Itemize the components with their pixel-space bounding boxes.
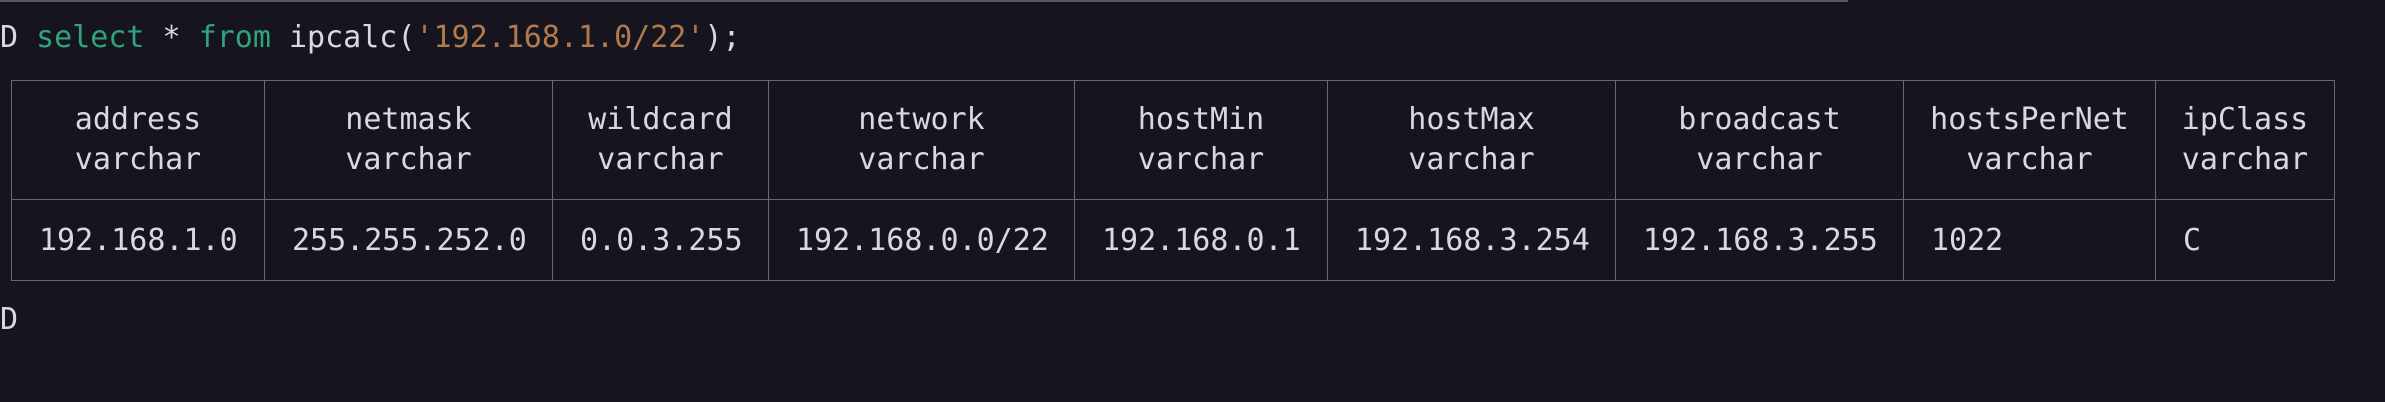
table-row: 192.168.1.0 255.255.252.0 0.0.3.255 192.… — [11, 199, 2335, 281]
column-header-wildcard: wildcard varchar — [552, 80, 769, 200]
cell-network: 192.168.0.0/22 — [768, 199, 1075, 281]
result-table: address varchar netmask varchar wildcard va… — [11, 80, 2335, 281]
function-argument: '192.168.1.0/22' — [415, 20, 705, 55]
function-name: ipcalc( — [270, 20, 416, 55]
column-header-network: network varchar — [768, 80, 1075, 200]
column-header-broadcast: broadcast varchar — [1615, 80, 1904, 200]
cell-broadcast: 192.168.3.255 — [1615, 199, 1904, 281]
column-header-ipclass: ipClass varchar — [2155, 80, 2335, 200]
query-line[interactable]: D select * from ipcalc('192.168.1.0/22')… — [0, 18, 741, 58]
column-name: address — [74, 102, 202, 137]
cell-netmask: 255.255.252.0 — [264, 199, 553, 281]
column-header-hostmin: hostMin varchar — [1074, 80, 1328, 200]
column-type: varchar — [858, 142, 985, 177]
column-type: varchar — [345, 142, 472, 177]
column-name: ipClass — [2181, 102, 2309, 137]
select-star: * — [144, 20, 199, 55]
cell-address: 192.168.1.0 — [11, 199, 265, 281]
function-close: ); — [704, 20, 741, 55]
header-row: address varchar netmask varchar wildcard va… — [11, 80, 2335, 200]
cell-hostmax: 192.168.3.254 — [1327, 199, 1616, 281]
cell-ipclass: C — [2155, 199, 2335, 281]
column-header-netmask: netmask varchar — [264, 80, 553, 200]
column-type: varchar — [1696, 142, 1823, 177]
column-type: varchar — [74, 142, 202, 177]
from-keyword: from — [198, 20, 271, 55]
prompt-marker: D — [0, 20, 19, 55]
column-header-hostmax: hostMax varchar — [1327, 80, 1616, 200]
top-divider — [0, 0, 1848, 2]
select-keyword: select — [36, 20, 145, 55]
column-name: network — [858, 102, 985, 137]
column-type: varchar — [1137, 142, 1265, 177]
column-name: wildcard — [588, 102, 733, 137]
cell-hostmin: 192.168.0.1 — [1074, 199, 1328, 281]
column-name: netmask — [345, 102, 472, 137]
column-header-address: address varchar — [11, 80, 265, 200]
end-prompt-marker[interactable]: D — [0, 300, 18, 340]
column-name: hostsPerNet — [1930, 102, 2129, 137]
column-name: hostMin — [1137, 102, 1265, 137]
column-name: hostMax — [1408, 102, 1535, 137]
column-type: varchar — [597, 142, 724, 177]
cell-wildcard: 0.0.3.255 — [552, 199, 769, 281]
column-name: broadcast — [1678, 102, 1841, 137]
column-type: varchar — [2181, 142, 2309, 177]
cell-hostspernet: 1022 — [1903, 199, 2156, 281]
column-header-hostspernet: hostsPerNet varchar — [1903, 80, 2156, 200]
column-type: varchar — [1966, 142, 2093, 177]
column-type: varchar — [1408, 142, 1535, 177]
